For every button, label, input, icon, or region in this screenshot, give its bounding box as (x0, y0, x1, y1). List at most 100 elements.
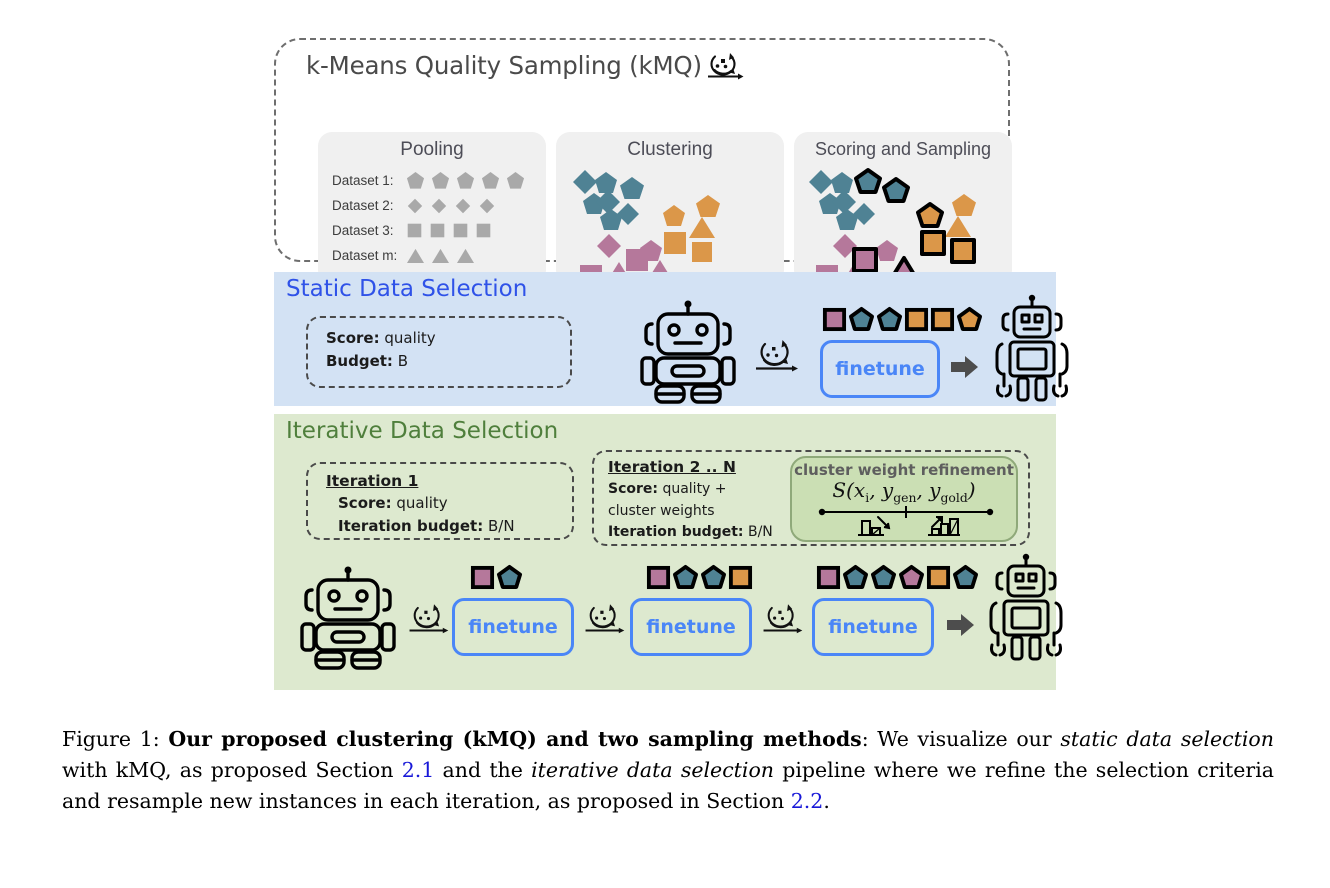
cluster-weight-refinement-box: cluster weight refinement S(xi, ygen, yg… (790, 456, 1018, 542)
pentagon-teal-token (672, 564, 699, 590)
formula-sub: gen (893, 490, 917, 505)
dataset-label: Dataset 3: (332, 223, 394, 238)
caption-text: with kMQ, as proposed Section (62, 758, 402, 783)
sampling-cycle-icon (750, 336, 802, 380)
pentagon-pink-token (898, 564, 925, 590)
dataset-label: Dataset 2: (332, 198, 394, 213)
iteration-2n-budget-key: Iteration budget: (608, 524, 744, 541)
square-pink-token (646, 565, 671, 590)
figure-caption: Figure 1: Our proposed clustering (kMQ) … (62, 724, 1274, 817)
static-data-selection-panel: Static Data Selection Score: quality Bud… (274, 272, 1069, 406)
formula-part: , y (916, 478, 941, 502)
static-pipeline: finetune (634, 292, 1069, 404)
pooling-rows: Dataset 1: Dataset 2: Dataset 3: Dataset… (318, 168, 546, 268)
scoring-formula: S(xi, ygen, ygold) (792, 480, 1016, 504)
formula-sub: gold (940, 490, 968, 505)
kmq-title: k-Means Quality Sampling (kMQ) (306, 50, 702, 80)
pooling-shapes-3 (406, 222, 492, 239)
wheeled-robot-icon (634, 300, 742, 408)
iteration-1-score-line: Score: quality (338, 492, 572, 515)
formula-part: S(x (832, 478, 866, 502)
pentagon-shape (481, 171, 500, 190)
finetune-label: finetune (646, 616, 736, 638)
cluster-cycle-icon (704, 50, 746, 80)
stage-card-pooling: Pooling Dataset 1: Dataset 2: Dataset 3:… (318, 132, 546, 284)
static-panel-heading: Static Data Selection (286, 276, 528, 302)
stage-title-pooling: Pooling (400, 139, 464, 160)
bar-chart-down-icon (858, 516, 891, 537)
humanoid-robot-icon (984, 294, 1080, 408)
finetune-label: finetune (468, 616, 558, 638)
static-budget-line: Budget: B (326, 350, 570, 373)
diamond-shape (430, 197, 448, 215)
square-shape (452, 222, 469, 239)
caption-italic-static: static data selection (1060, 727, 1274, 751)
refinement-axis (818, 506, 994, 537)
iteration-2n-score-value: quality + (658, 481, 727, 497)
humanoid-robot-icon (978, 552, 1074, 668)
iterative-data-selection-panel: Iterative Data Selection Iteration 1 Sco… (274, 414, 1063, 690)
pentagon-orange-token (956, 306, 983, 332)
static-score-value: quality (379, 329, 436, 347)
iteration-1-budget-key: Iteration budget: (338, 517, 484, 536)
pentagon-shape (506, 171, 525, 190)
square-pink-token (816, 565, 841, 590)
pooling-shapes-1 (406, 171, 525, 190)
iteration-1-score-key: Score: (338, 494, 392, 512)
static-token-row (822, 306, 983, 332)
iteration-1-title: Iteration 1 (326, 472, 419, 490)
iteration-1-box: Iteration 1 Score: quality Iteration bud… (306, 462, 574, 540)
static-budget-key: Budget: (326, 352, 393, 371)
diamond-shape (478, 197, 496, 215)
square-orange-token (904, 307, 929, 332)
pentagon-teal-token (842, 564, 869, 590)
pentagon-teal-token (876, 306, 903, 332)
square-shape (475, 222, 492, 239)
iteration-2n-box: Iteration 2 .. N Score: quality + cluste… (592, 450, 1030, 546)
iter-token-row-1 (470, 564, 523, 590)
sampling-cycle-icon (404, 600, 452, 642)
iter-token-row-3 (816, 564, 979, 590)
pentagon-teal-token (700, 564, 727, 590)
iteration-2n-budget-value: B/N (743, 524, 773, 541)
static-budget-value: B (392, 352, 408, 371)
iter-finetune-box-1[interactable]: finetune (452, 598, 574, 656)
triangle-shape (456, 247, 475, 264)
bar-chart-up-icon (928, 516, 960, 537)
pentagon-teal-token (496, 564, 523, 590)
stage-card-scoring: Scoring and Sampling (794, 132, 1012, 284)
dataset-label: Dataset 1: (332, 173, 394, 188)
caption-text: . (823, 789, 830, 814)
caption-italic-iterative: iterative data selection (531, 758, 775, 783)
caption-text: : We visualize our (861, 727, 1061, 751)
diamond-shape (406, 197, 424, 215)
iteration-2n-score-key: Score: (608, 481, 658, 497)
static-finetune-box[interactable]: finetune (820, 340, 940, 398)
iteration-1-score-value: quality (391, 494, 448, 512)
formula-part: ) (967, 478, 976, 502)
triangle-shape (406, 247, 425, 264)
diamond-shape (454, 197, 472, 215)
iter-finetune-box-2[interactable]: finetune (630, 598, 752, 656)
square-pink-token (822, 307, 847, 332)
stage-card-clustering: Clustering (556, 132, 784, 284)
section-link-2-1[interactable]: 2.1 (402, 758, 435, 782)
pooling-row: Dataset 2: (332, 193, 546, 218)
pentagon-teal-token (848, 306, 875, 332)
iter-finetune-box-3[interactable]: finetune (812, 598, 934, 656)
iterative-panel-heading: Iterative Data Selection (286, 418, 559, 444)
caption-label: Figure 1: (62, 727, 160, 751)
cluster-weight-refinement-title: cluster weight refinement (794, 461, 1014, 479)
pentagon-teal-token (870, 564, 897, 590)
pooling-row: Dataset 1: (332, 168, 546, 193)
finetune-label: finetune (828, 616, 918, 638)
static-score-line: Score: quality (326, 327, 570, 350)
section-link-2-2[interactable]: 2.2 (791, 789, 824, 813)
clustering-scatter (573, 170, 720, 284)
arrow-right-icon (950, 354, 980, 384)
formula-part: , y (869, 478, 894, 502)
iterative-pipeline: finetune finetune finetune (274, 552, 1063, 690)
caption-bold: Our proposed clustering (kMQ) and two sa… (168, 727, 862, 751)
static-info-box: Score: quality Budget: B (306, 316, 572, 388)
square-shape (406, 222, 423, 239)
